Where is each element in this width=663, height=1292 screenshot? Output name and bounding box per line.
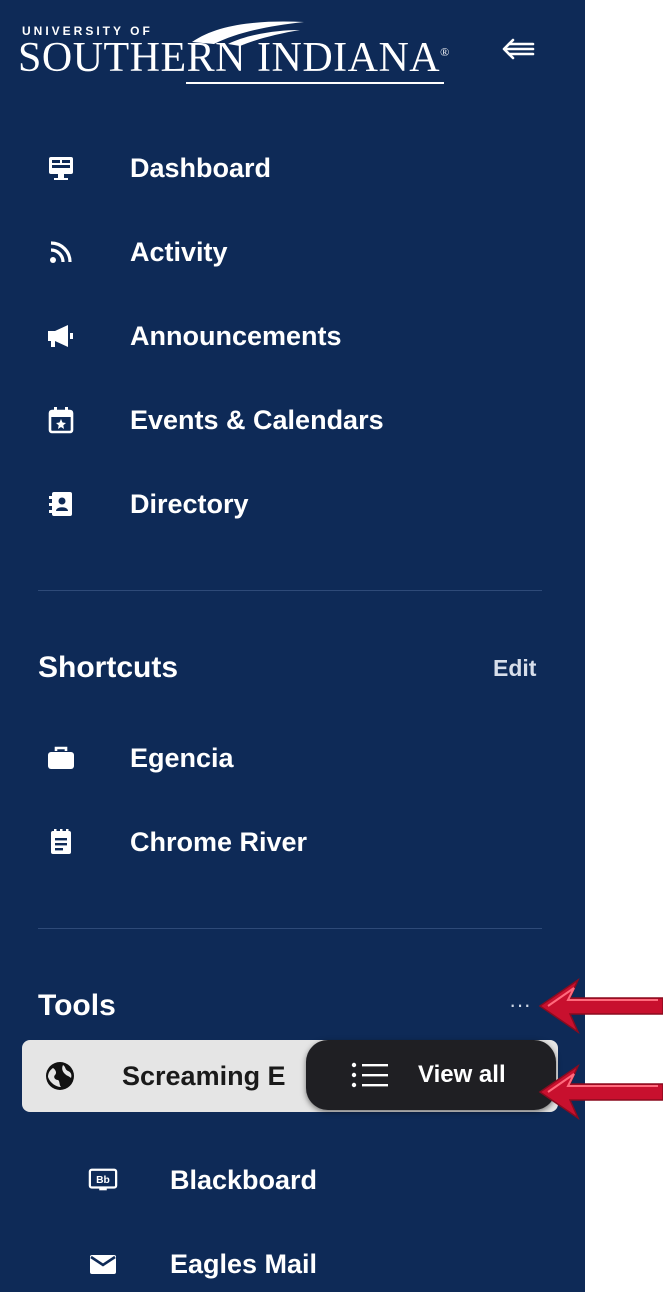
list-icon	[351, 1062, 388, 1088]
divider-nav	[38, 590, 542, 591]
shortcut-label-chrome-river: Chrome River	[130, 826, 308, 857]
receipt-icon	[46, 827, 76, 857]
tool-label-blackboard: Blackboard	[170, 1164, 318, 1195]
annotation-arrow-view-all	[538, 1063, 663, 1121]
nav-item-dashboard[interactable]: Dashboard	[0, 138, 585, 198]
view-all-label: View all	[418, 1061, 506, 1088]
nav-item-directory[interactable]: Directory	[0, 474, 585, 534]
tool-item-eagles-mail[interactable]: Eagles Mail	[0, 1234, 585, 1292]
contact-book-icon	[46, 489, 76, 519]
nav-label-events-calendars: Events & Calendars	[130, 404, 384, 435]
divider-shortcuts	[38, 928, 542, 929]
collapse-sidebar-button[interactable]	[500, 34, 536, 64]
annotation-arrow-more	[538, 977, 663, 1035]
nav-item-events-calendars[interactable]: Events & Calendars	[0, 390, 585, 450]
globe-icon	[46, 1062, 74, 1090]
nav-label-dashboard: Dashboard	[130, 152, 272, 183]
shortcut-item-egencia[interactable]: Egencia	[0, 728, 585, 788]
view-all-popover[interactable]: View all	[306, 1040, 556, 1110]
shortcuts-edit-button[interactable]: Edit	[493, 655, 536, 682]
logo-underline	[186, 82, 444, 84]
nav-label-activity: Activity	[130, 236, 228, 267]
shortcut-item-chrome-river[interactable]: Chrome River	[0, 812, 585, 872]
logo-main-text: SOUTHERN INDIANA®	[18, 34, 450, 82]
calendar-star-icon	[46, 405, 76, 435]
nav-label-announcements: Announcements	[130, 320, 342, 351]
more-dots-icon: ···	[509, 992, 531, 1017]
collapse-left-icon	[502, 38, 535, 60]
shortcuts-title: Shortcuts	[38, 651, 179, 684]
logo-main-label: SOUTHERN INDIANA	[18, 35, 441, 81]
nav-item-announcements[interactable]: Announcements	[0, 306, 585, 366]
nav-item-activity[interactable]: Activity	[0, 222, 585, 282]
tools-more-button[interactable]: ···	[502, 990, 538, 1020]
blackboard-icon: Bb	[88, 1165, 118, 1195]
university-logo[interactable]: UNIVERSITY OF SOUTHERN INDIANA®	[18, 18, 468, 86]
tools-title: Tools	[38, 989, 116, 1022]
tool-label-screaming-eagles: Screaming E	[122, 1060, 286, 1091]
nav-label-directory: Directory	[130, 488, 249, 519]
shortcut-label-egencia: Egencia	[130, 742, 234, 773]
tool-label-eagles-mail: Eagles Mail	[170, 1248, 318, 1279]
sidebar: UNIVERSITY OF SOUTHERN INDIANA® Dashboar…	[0, 0, 585, 1292]
tool-item-blackboard[interactable]: Bb Blackboard	[0, 1150, 585, 1210]
monitor-icon	[46, 153, 76, 183]
blackboard-badge: Bb	[96, 1175, 110, 1186]
megaphone-icon	[46, 321, 76, 351]
logo-mark: ®	[440, 45, 450, 59]
mail-icon	[88, 1249, 118, 1279]
rss-icon	[46, 237, 76, 267]
briefcase-icon	[46, 743, 76, 773]
